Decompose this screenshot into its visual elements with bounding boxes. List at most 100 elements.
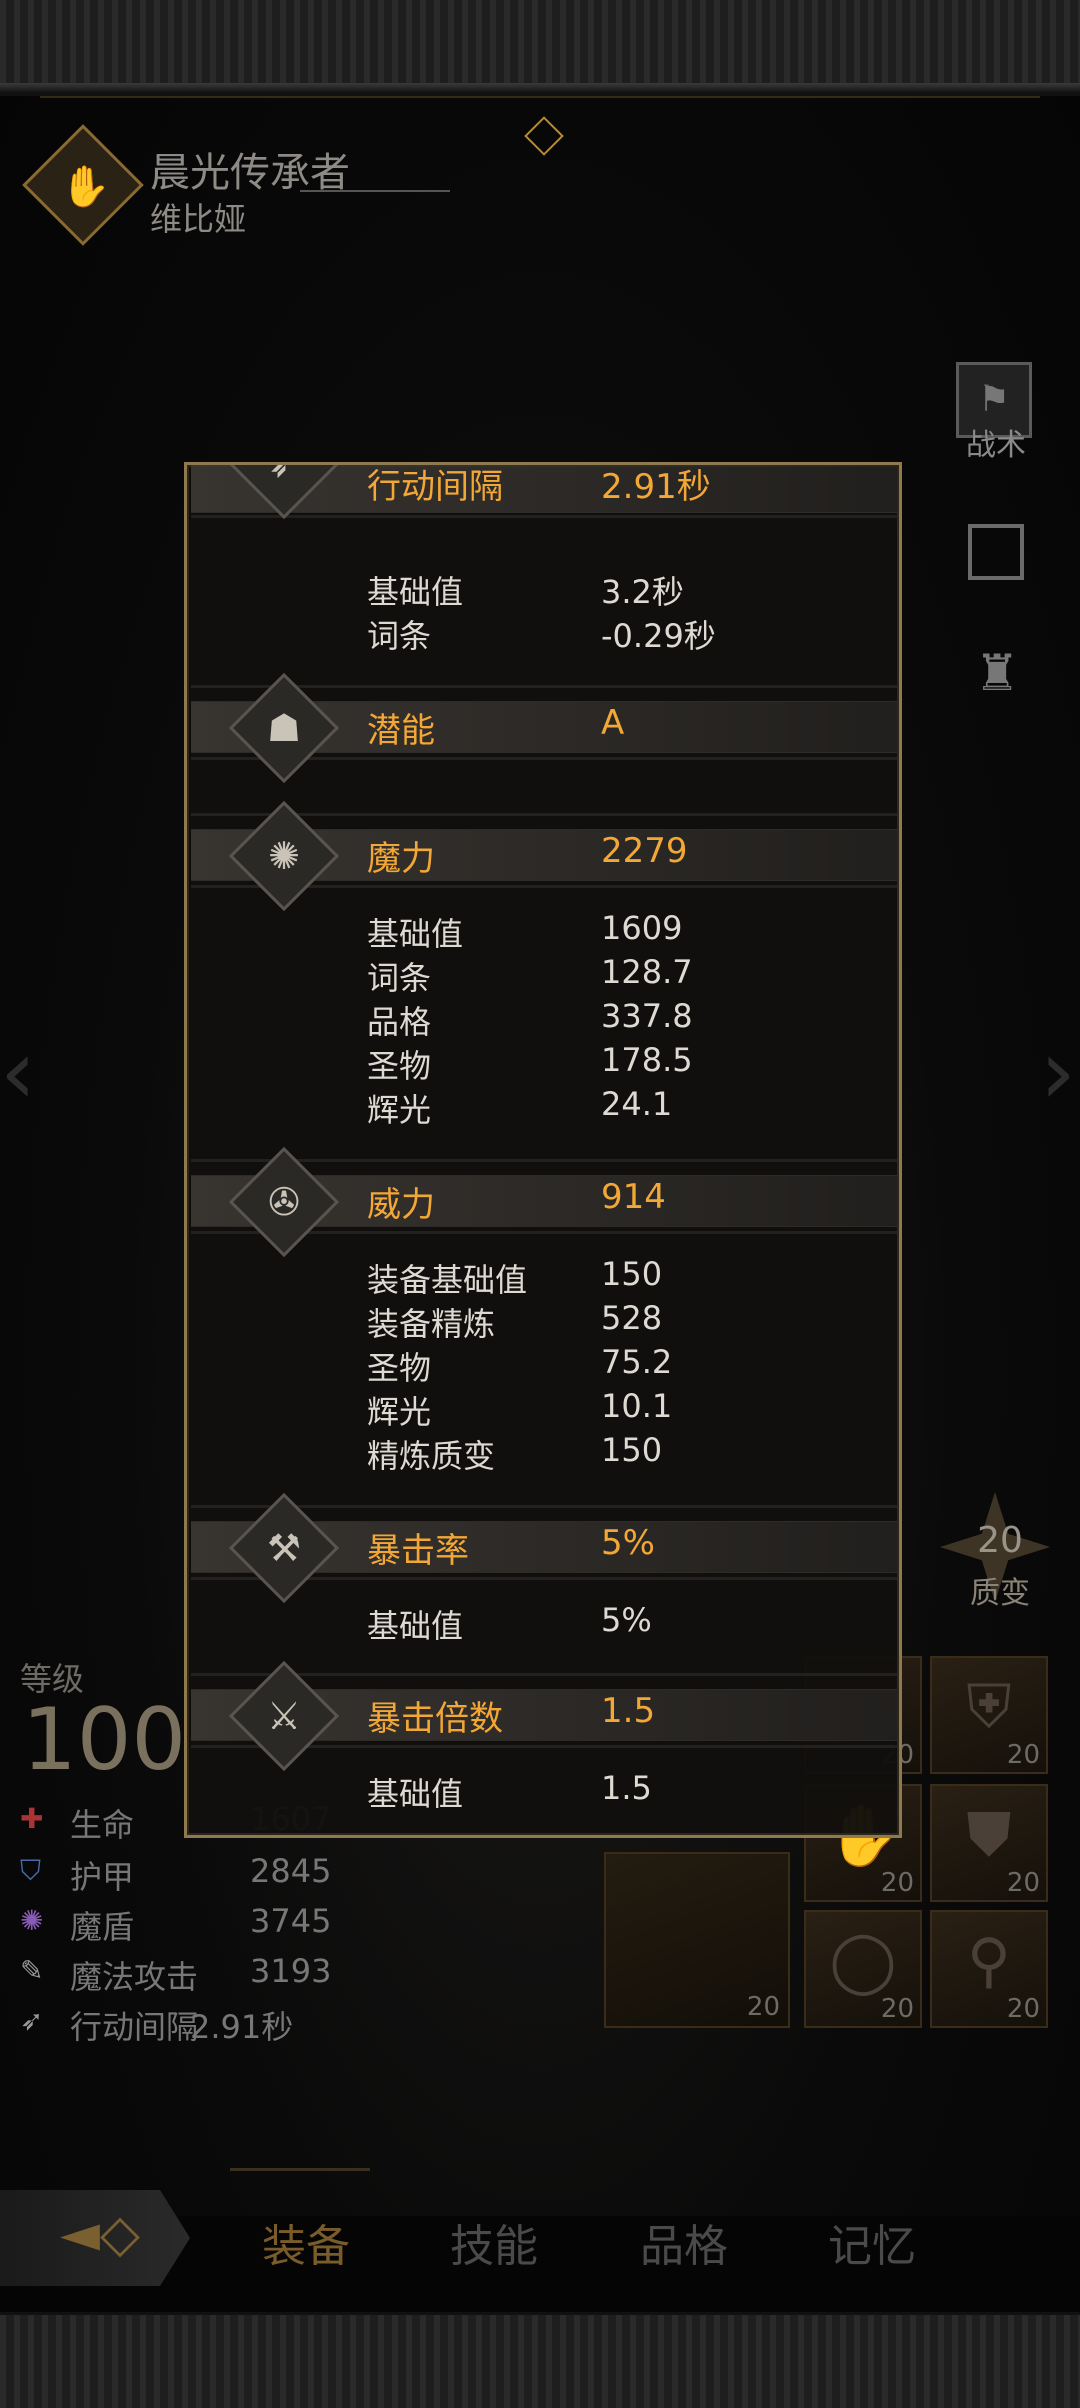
detail-label: 圣物: [367, 1047, 432, 1085]
stat-name: 魔法攻击: [70, 1958, 199, 1996]
equip-slot-ring[interactable]: ◯ 20: [804, 1910, 922, 2028]
swirl-icon: ✺: [268, 834, 300, 878]
stat-value: 3193: [250, 1952, 332, 1990]
section-value: 2279: [601, 831, 688, 871]
section-badge: ✺: [228, 800, 340, 912]
section-title: 暴击率: [367, 1531, 469, 1571]
stat-shield: ✺ 魔盾 3745: [20, 1898, 340, 1946]
detail-value: 150: [601, 1255, 663, 1293]
detail-label: 词条: [367, 617, 432, 655]
tab-equipment[interactable]: 装备: [262, 2210, 350, 2274]
detail-value: -0.29秒: [601, 617, 716, 655]
detail-label: 装备基础值: [367, 1261, 528, 1299]
figure-icon: ☗: [266, 706, 302, 750]
section-value: 1.5: [601, 1691, 656, 1731]
back-button[interactable]: ◄◇: [0, 2190, 190, 2286]
belt-icon: ⛊: [966, 1800, 1012, 1870]
section-badge: ☗: [228, 672, 340, 784]
detail-value: 528: [601, 1299, 663, 1337]
detail-label: 装备精炼: [367, 1305, 496, 1343]
detail-value: 150: [601, 1431, 663, 1469]
slot-level: 20: [1006, 1740, 1040, 1770]
detail-label: 基础值: [367, 1607, 464, 1645]
tactic-label[interactable]: 战术: [956, 420, 1036, 464]
detail-label: 辉光: [367, 1393, 432, 1431]
mace-icon: ⚒: [266, 1526, 302, 1570]
section-title: 威力: [367, 1185, 435, 1225]
next-character-arrow-icon[interactable]: ›: [1040, 1020, 1076, 1125]
level-value: 100: [22, 1690, 187, 1790]
quality-value: 20: [977, 1520, 1023, 1561]
section-divider: [191, 515, 897, 518]
title-divider: [300, 190, 450, 192]
stat-magic-attack: ✎ 魔法攻击 3193: [20, 1948, 340, 1996]
stat-value: 3745: [250, 1902, 332, 1940]
boots-icon: ⚲: [967, 1926, 1011, 1996]
detail-value: 178.5: [601, 1041, 693, 1079]
detail-label: 精炼质变: [367, 1437, 496, 1475]
bottom-frame: [0, 2312, 1080, 2408]
character-name: 维比娅: [150, 200, 247, 238]
detail-value: 1.5: [601, 1769, 652, 1807]
tab-indicator: [230, 2168, 370, 2171]
tab-memory[interactable]: 记忆: [828, 2210, 916, 2274]
wing-icon: ➶: [20, 2004, 44, 2037]
stat-value: 2845: [250, 1852, 332, 1890]
detail-value: 75.2: [601, 1343, 673, 1381]
equip-slot-belt[interactable]: ⛊ 20: [930, 1784, 1048, 1902]
tab-skills[interactable]: 技能: [450, 2210, 538, 2274]
tab-quality[interactable]: 品格: [640, 2210, 728, 2274]
section-title: 魔力: [367, 839, 435, 879]
stat-detail-popup[interactable]: ➶ 行动间隔 2.91秒 基础值 3.2秒 词条 -0.29秒 ☗ 潜能 A ✺…: [184, 462, 902, 1838]
section-value: A: [601, 703, 625, 743]
detail-value: 5%: [601, 1601, 652, 1639]
detail-value: 1609: [601, 909, 683, 947]
stat-name: 生命: [70, 1806, 135, 1844]
chest-armor-icon: ⛨: [966, 1672, 1012, 1742]
top-frame: [0, 0, 1080, 96]
stat-action-interval: ➶ 行动间隔 2.91秒: [20, 1998, 340, 2046]
detail-value: 24.1: [601, 1085, 673, 1123]
section-badge: ✇: [228, 1146, 340, 1258]
detail-label: 词条: [367, 959, 432, 997]
section-title: 潜能: [367, 711, 435, 751]
equip-slot-chest[interactable]: ⛨ 20: [930, 1656, 1048, 1774]
stat-armor: ⛉ 护甲 2845: [20, 1848, 340, 1896]
slot-level: 20: [1006, 1868, 1040, 1898]
section-badge: ⚒: [228, 1492, 340, 1604]
compass-icon: ✇: [268, 1180, 300, 1224]
cross-icon: ✚: [20, 1802, 44, 1835]
equip-slot-boots[interactable]: ⚲ 20: [930, 1910, 1048, 2028]
fullscreen-icon[interactable]: [968, 524, 1024, 580]
wing-icon: ➶: [268, 462, 300, 486]
section-title: 暴击倍数: [367, 1699, 503, 1739]
detail-label: 基础值: [367, 573, 464, 611]
detail-label: 辉光: [367, 1091, 432, 1129]
ring-icon: ◯: [829, 1926, 897, 1996]
section-value: 5%: [601, 1523, 655, 1563]
section-badge: ⚔: [228, 1660, 340, 1772]
section-value: 914: [601, 1177, 666, 1217]
detail-label: 圣物: [367, 1349, 432, 1387]
stat-value: 2.91秒: [190, 2008, 294, 2046]
back-arrow-icon: ◄◇: [60, 2204, 140, 2264]
slot-level: 20: [1006, 1994, 1040, 2024]
section-value: 2.91秒: [601, 467, 711, 507]
shield-icon: ⛉: [20, 1854, 42, 1887]
slot-level: 20: [880, 1994, 914, 2024]
detail-value: 10.1: [601, 1387, 673, 1425]
detail-value: 3.2秒: [601, 573, 684, 611]
stat-name: 魔盾: [70, 1908, 135, 1946]
stat-name: 行动间隔: [70, 2008, 199, 2046]
outfit-icon[interactable]: ♜: [962, 638, 1032, 708]
detail-value: 337.8: [601, 997, 693, 1035]
swirl-icon: ✺: [20, 1904, 44, 1937]
stat-name: 护甲: [70, 1858, 135, 1896]
detail-label: 基础值: [367, 915, 464, 953]
slot-level: 20: [880, 1868, 914, 1898]
magic-attack-icon: ✎: [20, 1954, 44, 1987]
detail-label: 基础值: [367, 1775, 464, 1813]
prev-character-arrow-icon[interactable]: ‹: [0, 1020, 36, 1125]
weapon-slot[interactable]: 20: [604, 1852, 790, 2028]
quality-label: 质变: [970, 1576, 1030, 1611]
